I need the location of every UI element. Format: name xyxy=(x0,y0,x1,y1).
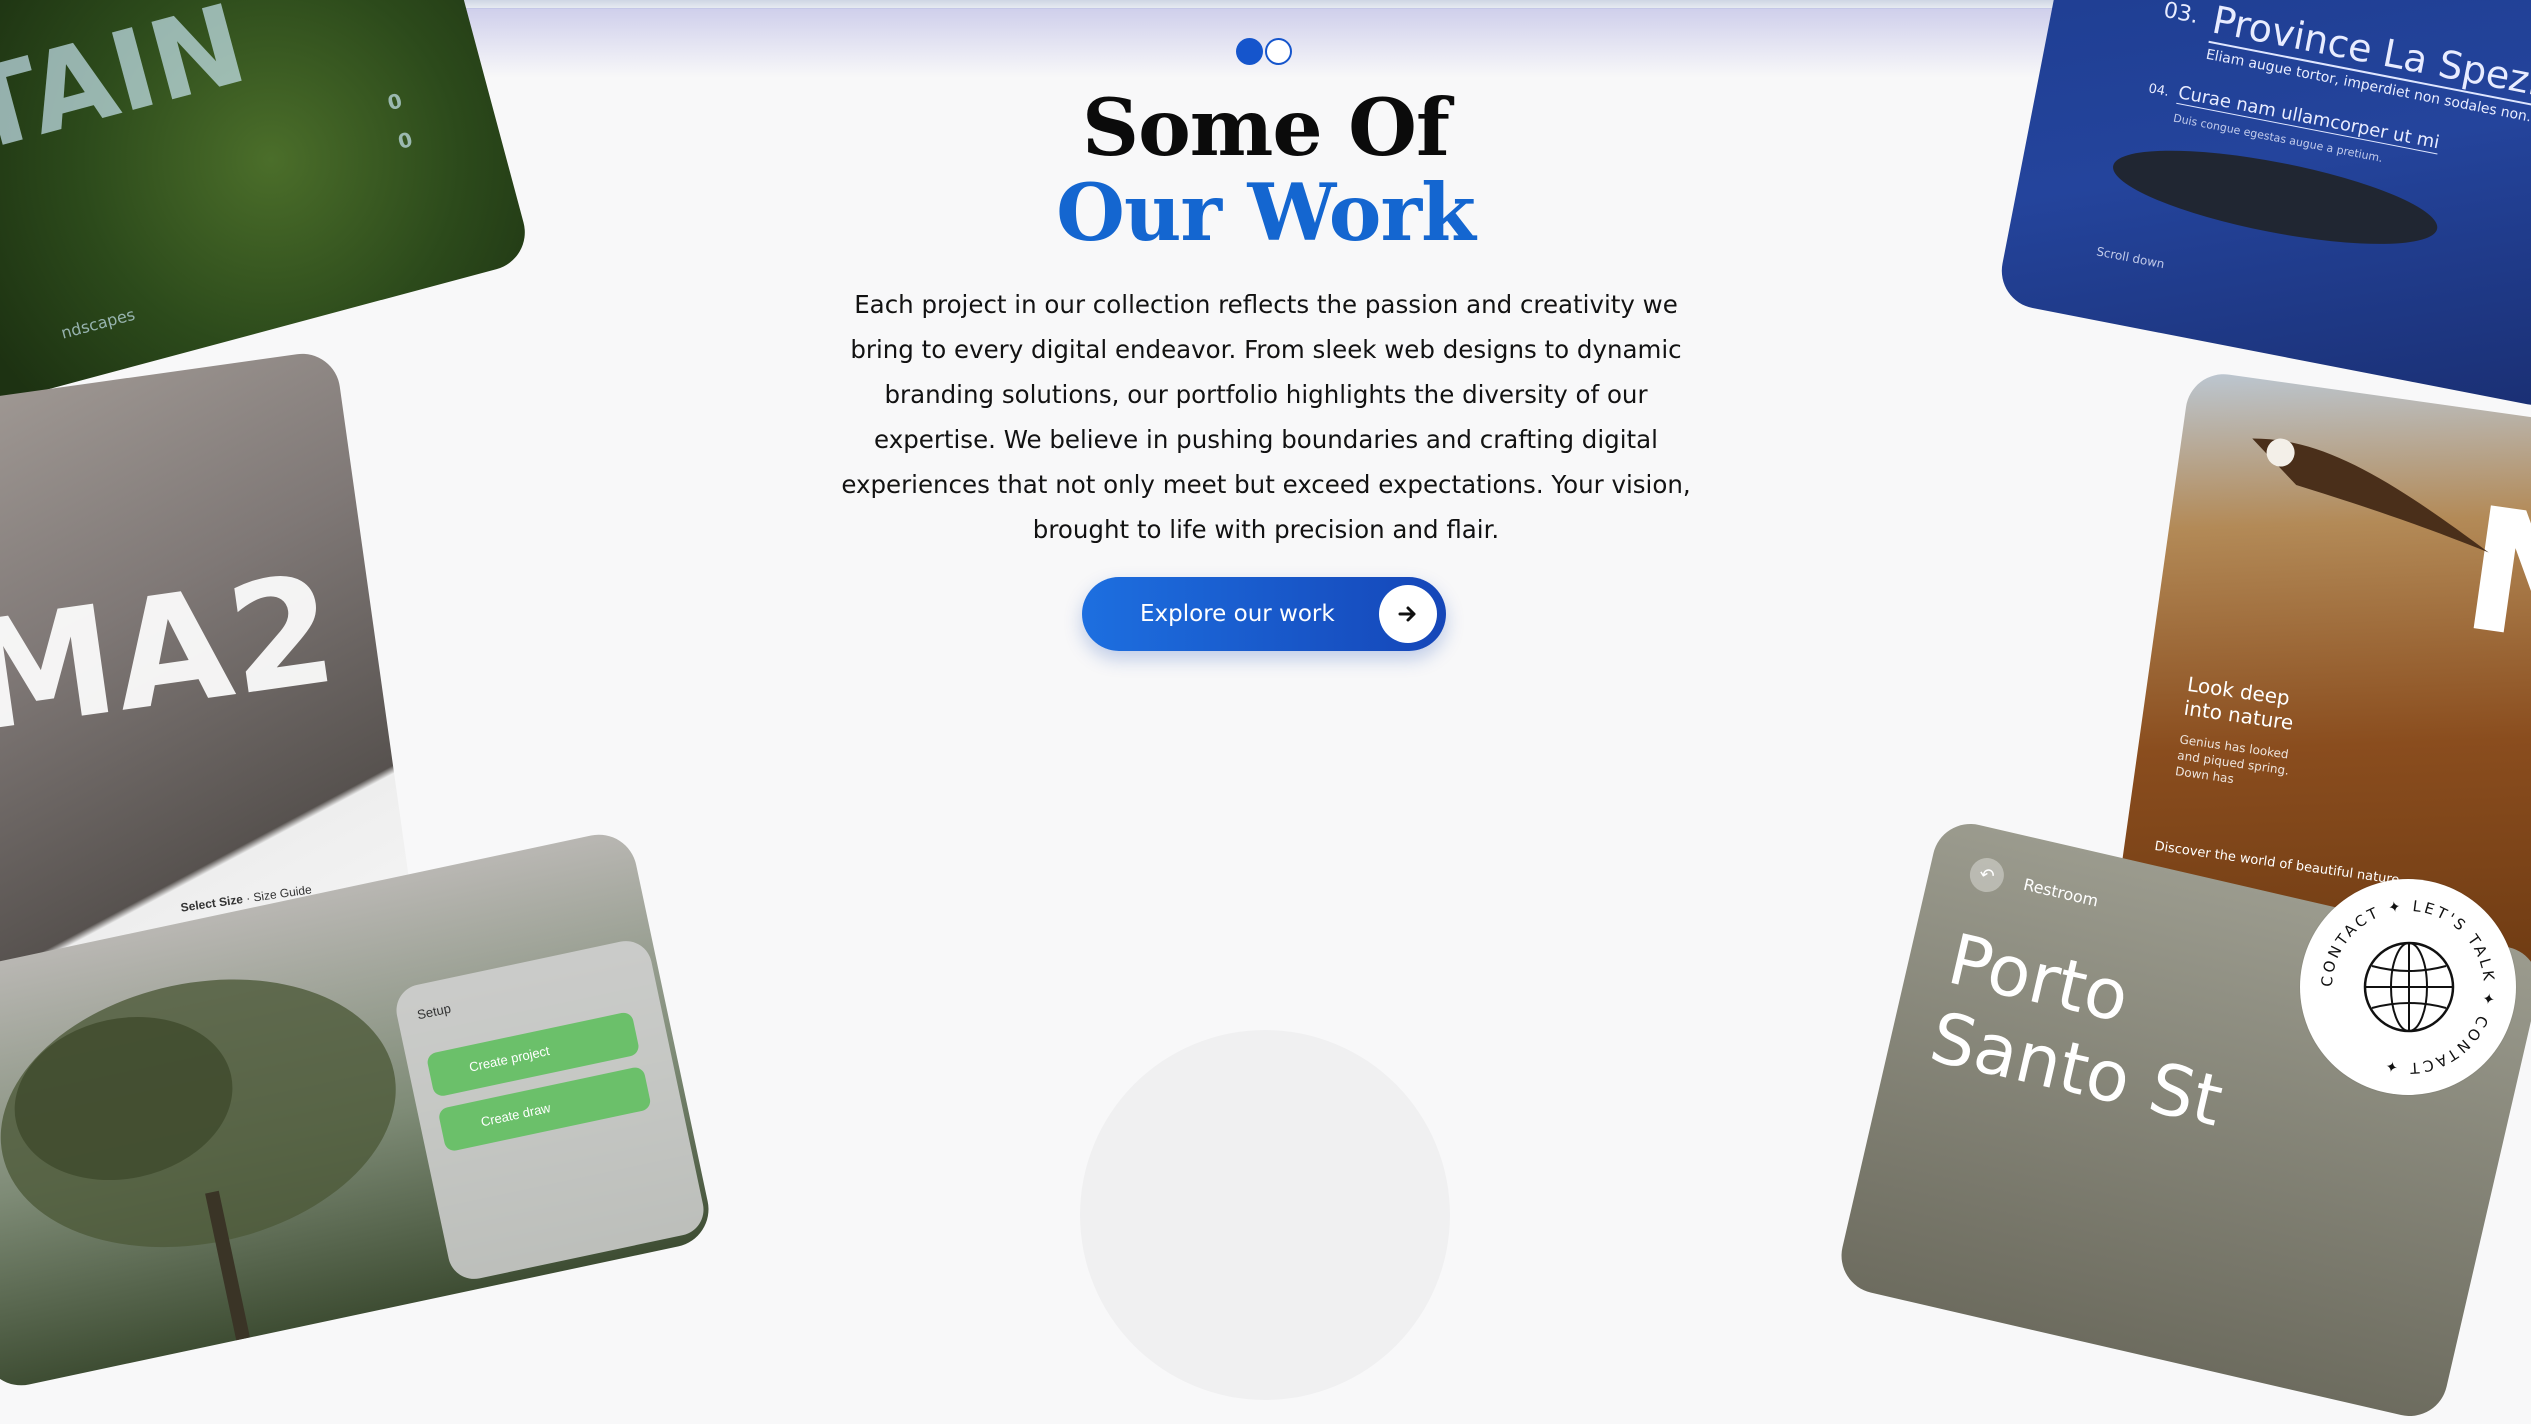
explore-work-label: Explore our work xyxy=(1140,601,1335,627)
globe-icon xyxy=(2363,941,2455,1033)
section-description: Each project in our collection reflects … xyxy=(841,290,1691,544)
lake-num: 03. xyxy=(2161,0,2201,30)
pagination-dot-1[interactable] xyxy=(1236,38,1263,65)
eagle-title: Look deep into nature xyxy=(2182,671,2295,735)
app-step-setup: Setup xyxy=(415,1000,453,1023)
porto-label: Restroom xyxy=(2021,874,2101,911)
heading-line-1: Some Of xyxy=(1082,81,1450,174)
heading-line-2: Our Work xyxy=(1056,166,1476,259)
explore-work-button[interactable]: Explore our work xyxy=(1082,577,1446,651)
arrow-right-icon xyxy=(1379,585,1437,643)
eagle-text: Genius has looked and piqued spring. Dow… xyxy=(2174,732,2290,787)
eagle-image xyxy=(2252,438,2489,553)
pagination-dot-2[interactable] xyxy=(1265,38,1292,65)
decorative-circle xyxy=(1080,1030,1450,1400)
back-icon[interactable]: ↶ xyxy=(1966,854,2008,896)
slider-pagination xyxy=(1236,38,1292,65)
shoe-word: MA2 xyxy=(0,542,346,767)
forest-caption: ndscapes xyxy=(59,304,137,343)
